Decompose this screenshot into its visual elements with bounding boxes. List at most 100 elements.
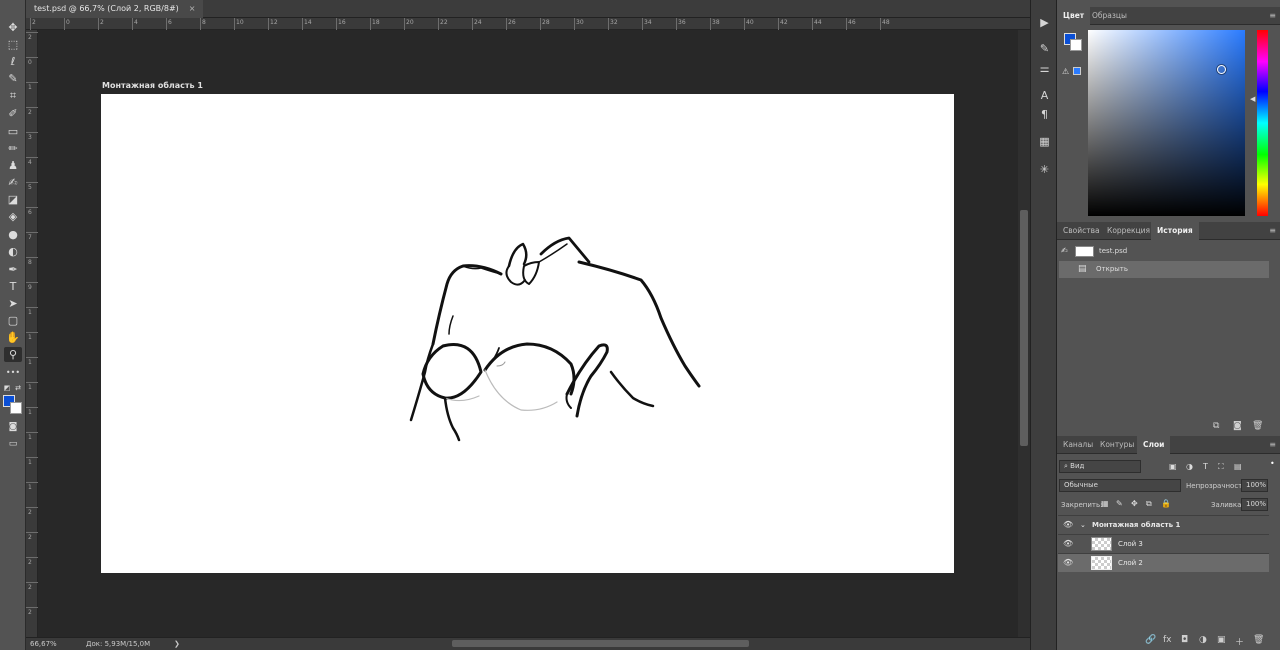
zoom-tool-icon[interactable]: ⚲ xyxy=(4,347,22,362)
paragraph-icon[interactable]: ¶ xyxy=(1035,106,1054,123)
panel-menu-icon[interactable]: ≡ xyxy=(1269,441,1276,449)
zoom-level-field[interactable]: 66,67% xyxy=(30,640,57,648)
layer-style-icon[interactable]: fx xyxy=(1163,635,1172,645)
delete-layer-icon[interactable]: 🗑 xyxy=(1253,635,1264,645)
eraser-tool-icon[interactable]: ◪ xyxy=(4,192,22,207)
3d-icon[interactable]: ✳ xyxy=(1035,161,1054,178)
paint-bucket-icon[interactable]: ◈ xyxy=(4,209,22,224)
new-snapshot-icon[interactable]: ◙ xyxy=(1233,421,1242,431)
tab-properties[interactable]: Свойства xyxy=(1057,222,1106,240)
lasso-tool-icon[interactable]: ℓ xyxy=(4,54,22,69)
gamut-warning-icon[interactable]: ⚠ xyxy=(1062,67,1069,76)
color-spectrum-field[interactable] xyxy=(1088,30,1245,216)
close-icon[interactable]: × xyxy=(189,0,196,18)
panel-menu-icon[interactable]: ≡ xyxy=(1269,227,1276,235)
delete-icon[interactable]: 🗑 xyxy=(1252,421,1263,431)
add-mask-icon[interactable]: ◘ xyxy=(1181,635,1188,645)
tab-channels[interactable]: Каналы xyxy=(1057,436,1099,454)
path-select-icon[interactable]: ➤ xyxy=(4,296,22,311)
visibility-eye-icon[interactable]: 👁 xyxy=(1063,558,1073,567)
status-menu-arrow-icon[interactable]: ❯ xyxy=(174,640,180,648)
layer-row[interactable]: 👁 Слой 3 xyxy=(1058,534,1269,553)
lock-position-icon[interactable]: ✥ xyxy=(1131,499,1138,508)
character-icon[interactable]: A xyxy=(1035,87,1054,104)
document-tab[interactable]: test.psd @ 66,7% (Слой 2, RGB/8#) × xyxy=(26,0,204,18)
layer-row[interactable]: 👁 Слой 2 xyxy=(1058,553,1269,572)
tab-history[interactable]: История xyxy=(1151,222,1199,240)
default-colors-icon[interactable]: ◩ xyxy=(2,381,12,396)
swap-colors-icon[interactable]: ⇄ xyxy=(13,381,23,396)
panel-menu-icon[interactable]: ≡ xyxy=(1269,12,1276,20)
filter-type-icon[interactable]: T xyxy=(1203,462,1208,471)
type-tool-icon[interactable]: T xyxy=(4,279,22,294)
marquee-tool-icon[interactable]: ⬚ xyxy=(4,37,22,52)
artboard[interactable] xyxy=(101,94,954,573)
history-item[interactable]: ▤ Открыть xyxy=(1059,261,1269,278)
tab-adjustments[interactable]: Коррекция xyxy=(1101,222,1156,240)
filter-toggle-icon[interactable]: • xyxy=(1270,459,1275,468)
pen-tool-icon[interactable]: ✒ xyxy=(4,262,22,277)
brush-tool-icon[interactable]: ✏ xyxy=(4,141,22,156)
horizontal-scroll-thumb[interactable] xyxy=(452,640,749,647)
ruler-number: 2 xyxy=(28,109,32,116)
ruler-tick xyxy=(166,18,167,30)
hue-marker-icon[interactable]: ◀ xyxy=(1250,95,1255,103)
dodge-tool-icon[interactable]: ◐ xyxy=(4,244,22,259)
adjust-icon[interactable]: ⚌ xyxy=(1035,60,1054,77)
quick-select-tool-icon[interactable]: ✎ xyxy=(4,71,22,86)
filter-smart-icon[interactable]: ▤ xyxy=(1234,462,1242,471)
blend-mode-select[interactable]: Обычные xyxy=(1059,479,1181,492)
tab-layers[interactable]: Слои xyxy=(1137,436,1171,454)
crop-tool-icon[interactable]: ⌗ xyxy=(4,88,22,103)
frame-tool-icon[interactable]: ▭ xyxy=(4,124,22,139)
lock-artboard-icon[interactable]: ⧉ xyxy=(1146,499,1152,509)
visibility-eye-icon[interactable]: 👁 xyxy=(1063,539,1073,548)
artboard-label[interactable]: Монтажная область 1 xyxy=(102,81,203,90)
play-icon[interactable]: ▶ xyxy=(1035,14,1054,31)
new-layer-icon[interactable]: ＋ xyxy=(1235,635,1244,648)
hand-tool-icon[interactable]: ✋ xyxy=(4,330,22,345)
lock-pixels-icon[interactable]: ✎ xyxy=(1116,499,1123,508)
more-tools-icon[interactable]: ••• xyxy=(4,365,22,380)
move-tool-icon[interactable]: ✥ xyxy=(4,20,22,35)
eyedropper-tool-icon[interactable]: ✐ xyxy=(4,106,22,121)
lock-transparency-icon[interactable]: ▦ xyxy=(1101,499,1109,508)
ruler-tick xyxy=(26,582,38,583)
tab-swatches[interactable]: Образцы xyxy=(1086,7,1133,25)
tab-paths[interactable]: Контуры xyxy=(1094,436,1140,454)
quick-mask-icon[interactable]: ◙ xyxy=(4,420,22,435)
new-document-from-state-icon[interactable]: ⧉ xyxy=(1213,421,1219,431)
ruler-number: 7 xyxy=(28,234,32,241)
vertical-scroll-thumb[interactable] xyxy=(1020,210,1028,446)
shape-tool-icon[interactable]: ▢ xyxy=(4,313,22,328)
link-layers-icon[interactable]: 🔗 xyxy=(1145,635,1156,645)
visibility-eye-icon[interactable]: 👁 xyxy=(1063,520,1073,529)
brushes-icon[interactable]: ▦ xyxy=(1035,133,1054,150)
ruler-number: 5 xyxy=(28,184,32,191)
adjustment-layer-icon[interactable]: ◑ xyxy=(1199,635,1207,645)
chevron-down-icon[interactable]: ⌄ xyxy=(1080,521,1086,529)
picker-background-swatch[interactable] xyxy=(1070,39,1082,51)
filter-pixel-icon[interactable]: ▣ xyxy=(1169,462,1177,471)
brush-settings-icon[interactable]: ✎ xyxy=(1035,40,1054,57)
history-brush-icon[interactable]: ✍ xyxy=(4,175,22,190)
layer-filter-select[interactable]: ⌕ Вид xyxy=(1059,460,1141,473)
ruler-tick xyxy=(132,18,133,30)
websafe-color-swatch[interactable] xyxy=(1073,67,1081,75)
new-group-icon[interactable]: ▣ xyxy=(1217,635,1226,645)
hue-slider[interactable] xyxy=(1257,30,1268,216)
lock-all-icon[interactable]: 🔒 xyxy=(1161,499,1171,508)
history-snapshot[interactable]: ✍ test.psd xyxy=(1059,243,1269,260)
opacity-field[interactable]: 100% xyxy=(1241,479,1268,492)
filter-shape-icon[interactable]: ⛶ xyxy=(1218,462,1224,472)
snapshot-thumbnail xyxy=(1075,246,1094,257)
screen-mode-icon[interactable]: ▭ xyxy=(4,437,22,452)
artboard-group-row[interactable]: 👁 ⌄ Монтажная область 1 xyxy=(1058,515,1269,534)
color-picker-ring[interactable] xyxy=(1217,65,1226,74)
fill-field[interactable]: 100% xyxy=(1241,498,1268,511)
background-color-swatch[interactable] xyxy=(10,402,22,414)
filter-adjustment-icon[interactable]: ◑ xyxy=(1186,462,1193,471)
blur-tool-icon[interactable]: ● xyxy=(4,227,22,242)
stamp-tool-icon[interactable]: ♟ xyxy=(4,158,22,173)
history-brush-source-icon[interactable]: ✍ xyxy=(1061,246,1068,255)
